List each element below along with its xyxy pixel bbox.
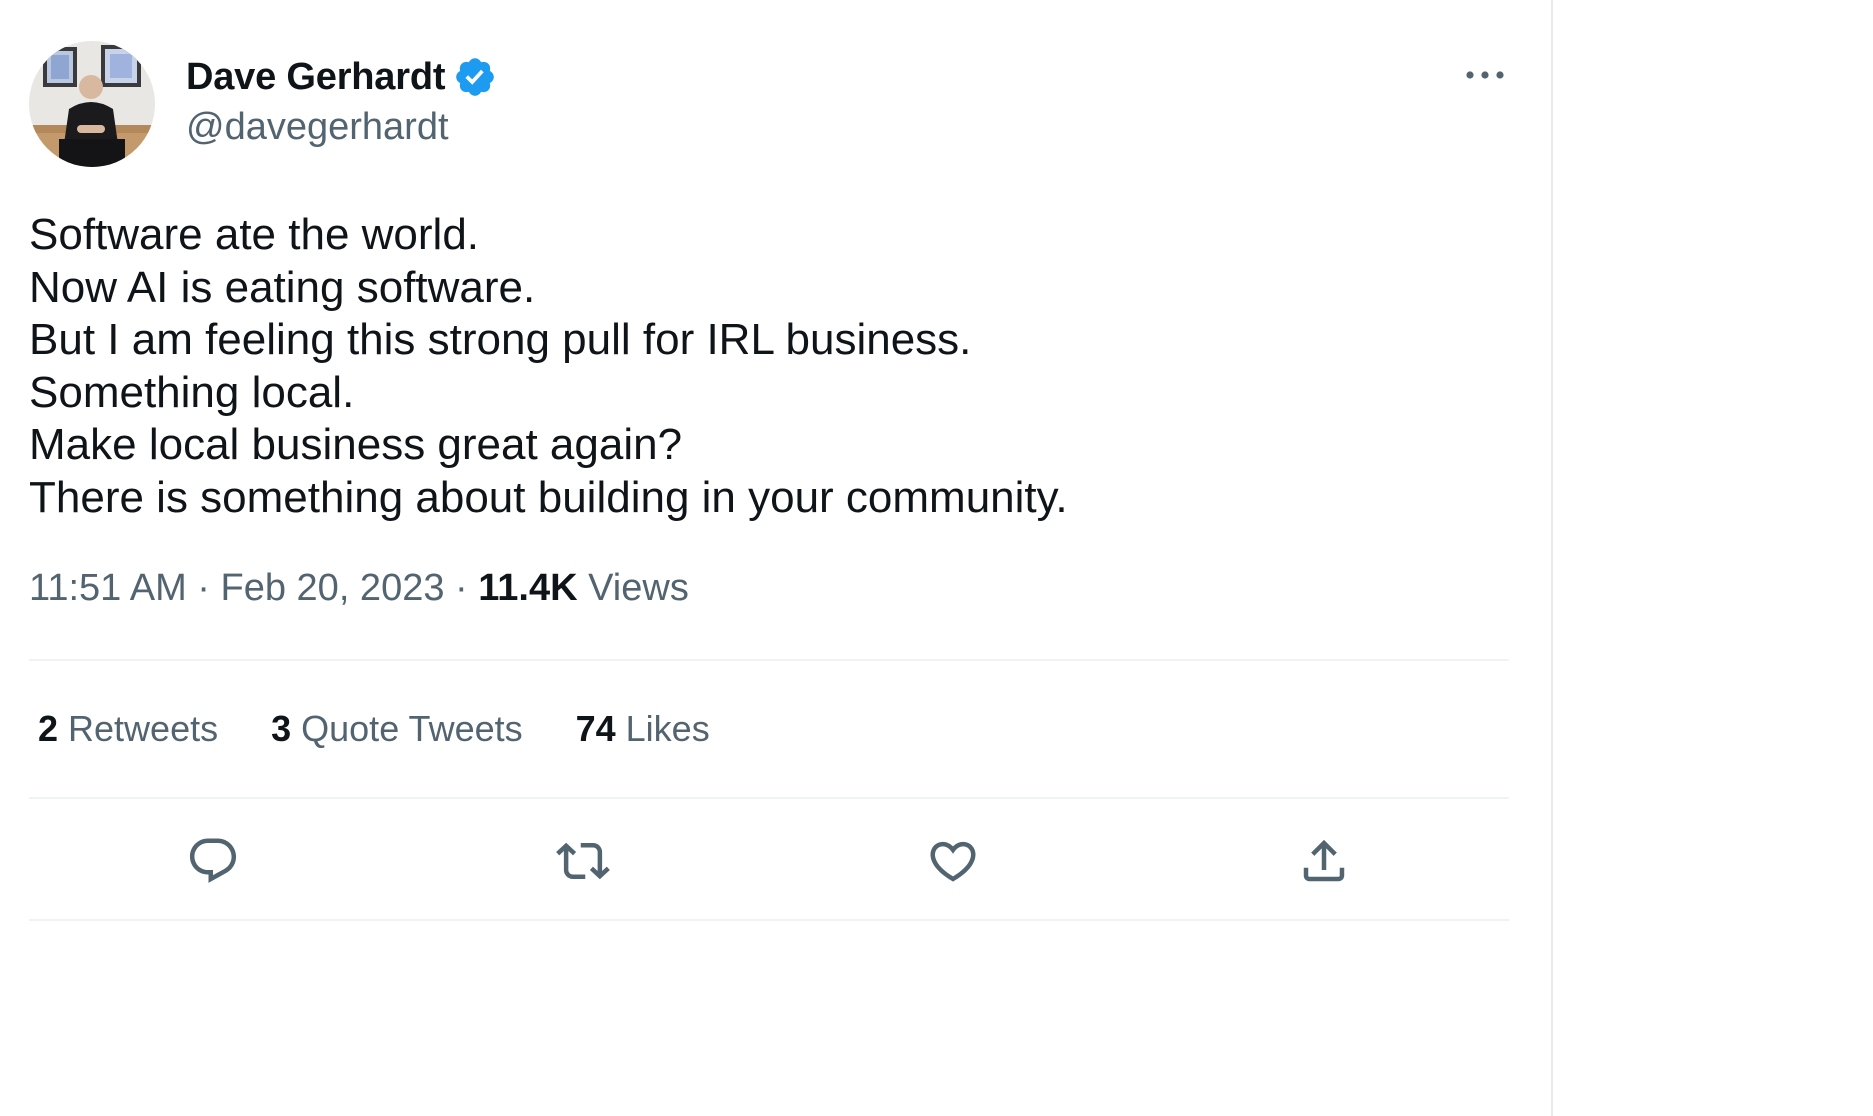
- likes-stat[interactable]: 74 Likes: [576, 708, 710, 750]
- avatar[interactable]: [29, 41, 155, 167]
- right-border: [1551, 0, 1553, 1116]
- retweets-count: 2: [38, 708, 59, 749]
- quote-tweets-label: Quote Tweets: [301, 708, 523, 749]
- quote-tweets-count: 3: [271, 708, 292, 749]
- quote-tweets-stat[interactable]: 3 Quote Tweets: [271, 708, 523, 750]
- tweet-date[interactable]: Feb 20, 2023: [221, 567, 445, 609]
- share-icon: [1303, 839, 1345, 882]
- tweet-line: Something local.: [29, 367, 355, 417]
- more-icon: [1466, 71, 1504, 79]
- tweet-line: Make local business great again?: [29, 420, 683, 469]
- tweet-text: Software ate the world. Now AI is eating…: [29, 209, 1509, 524]
- retweets-label: Retweets: [68, 708, 219, 749]
- views-label: Views: [588, 567, 689, 609]
- tweet-time[interactable]: 11:51 AM: [29, 567, 187, 609]
- meta-separator: ·: [455, 567, 468, 609]
- engagement-stats: 2 Retweets 3 Quote Tweets 74 Likes: [38, 708, 763, 750]
- likes-label: Likes: [625, 708, 710, 749]
- tweet-detail: Dave Gerhardt @davegerhardt Software ate…: [0, 0, 1551, 1116]
- reply-button[interactable]: [182, 830, 244, 892]
- heart-icon: [930, 841, 976, 882]
- divider: [29, 797, 1509, 799]
- author-display-name[interactable]: Dave Gerhardt: [186, 56, 445, 99]
- author-handle[interactable]: @davegerhardt: [186, 106, 449, 149]
- divider: [29, 919, 1509, 921]
- retweet-icon: [556, 842, 610, 880]
- more-options-button[interactable]: [1458, 55, 1512, 95]
- like-button[interactable]: [922, 830, 984, 892]
- divider: [29, 659, 1509, 661]
- share-button[interactable]: [1293, 830, 1355, 892]
- likes-count: 74: [575, 708, 616, 749]
- tweet-line: But I am feeling this strong pull for IR…: [29, 315, 972, 364]
- retweets-stat[interactable]: 2 Retweets: [38, 708, 218, 750]
- author-name-row: Dave Gerhardt: [186, 52, 497, 102]
- meta-separator: ·: [197, 567, 210, 609]
- tweet-line: Now AI is eating software.: [29, 262, 536, 312]
- tweet-line: Software ate the world.: [29, 210, 480, 259]
- verified-badge-icon: [453, 55, 497, 99]
- reply-icon: [189, 838, 237, 883]
- tweet-meta: 11:51 AM · Feb 20, 2023 · 11.4K Views: [29, 567, 689, 610]
- views-count: 11.4K: [478, 567, 578, 609]
- tweet-actions-bar: [29, 818, 1509, 904]
- retweet-button[interactable]: [552, 830, 614, 892]
- tweet-line: There is something about building in you…: [29, 472, 1068, 522]
